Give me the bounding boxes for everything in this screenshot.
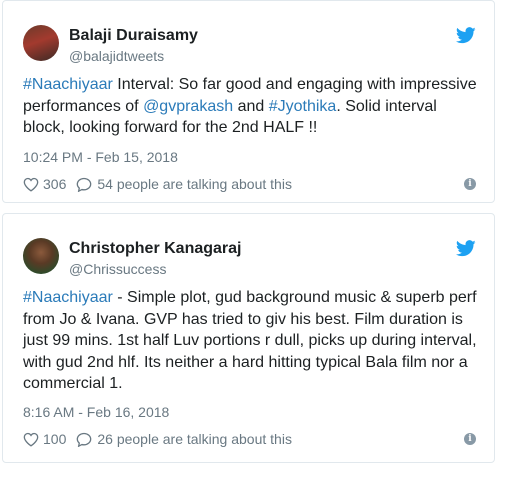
twitter-bird-icon[interactable] [456,240,476,257]
avatar[interactable] [23,25,59,61]
talking-count[interactable]: 26 people are talking about this [97,431,292,447]
tweet-text: #Naachiyaar - Simple plot, gud backgroun… [23,287,481,395]
like-count[interactable]: 100 [43,431,66,447]
comment-icon[interactable] [76,432,92,447]
author-handle[interactable]: @Chrissuccess [69,261,166,277]
tweet-text-segment: and [233,97,269,115]
author-name[interactable]: Christopher Kanagaraj [69,240,241,258]
tweet-actions: 306 54 people are talking about this [23,176,292,192]
hashtag-link[interactable]: #Naachiyaar [23,289,113,306]
twitter-bird-icon[interactable] [456,27,476,44]
author-name[interactable]: Balaji Duraisamy [69,27,198,45]
talking-count[interactable]: 54 people are talking about this [97,176,292,192]
info-icon[interactable]: i [464,178,476,190]
hashtag-link[interactable]: #Jyothika [269,98,337,115]
tweet-timestamp[interactable]: 10:24 PM - Feb 15, 2018 [23,149,178,165]
author-handle[interactable]: @balajidtweets [69,48,164,64]
hashtag-link[interactable]: #Naachiyaar [23,76,113,93]
tweet-text: #Naachiyaar Interval: So far good and en… [23,74,481,139]
tweet-card[interactable]: Balaji Duraisamy @balajidtweets #Naachiy… [2,0,495,203]
heart-icon[interactable] [23,432,39,447]
tweet-actions: 100 26 people are talking about this [23,431,292,447]
mention-link[interactable]: @gvprakash [143,98,233,115]
comment-icon[interactable] [76,177,92,192]
info-icon[interactable]: i [464,433,476,445]
tweet-card[interactable]: Christopher Kanagaraj @Chrissuccess #Naa… [2,213,495,463]
tweet-timestamp[interactable]: 8:16 AM - Feb 16, 2018 [23,404,169,420]
heart-icon[interactable] [23,177,39,192]
like-count[interactable]: 306 [43,176,66,192]
avatar[interactable] [23,238,59,274]
